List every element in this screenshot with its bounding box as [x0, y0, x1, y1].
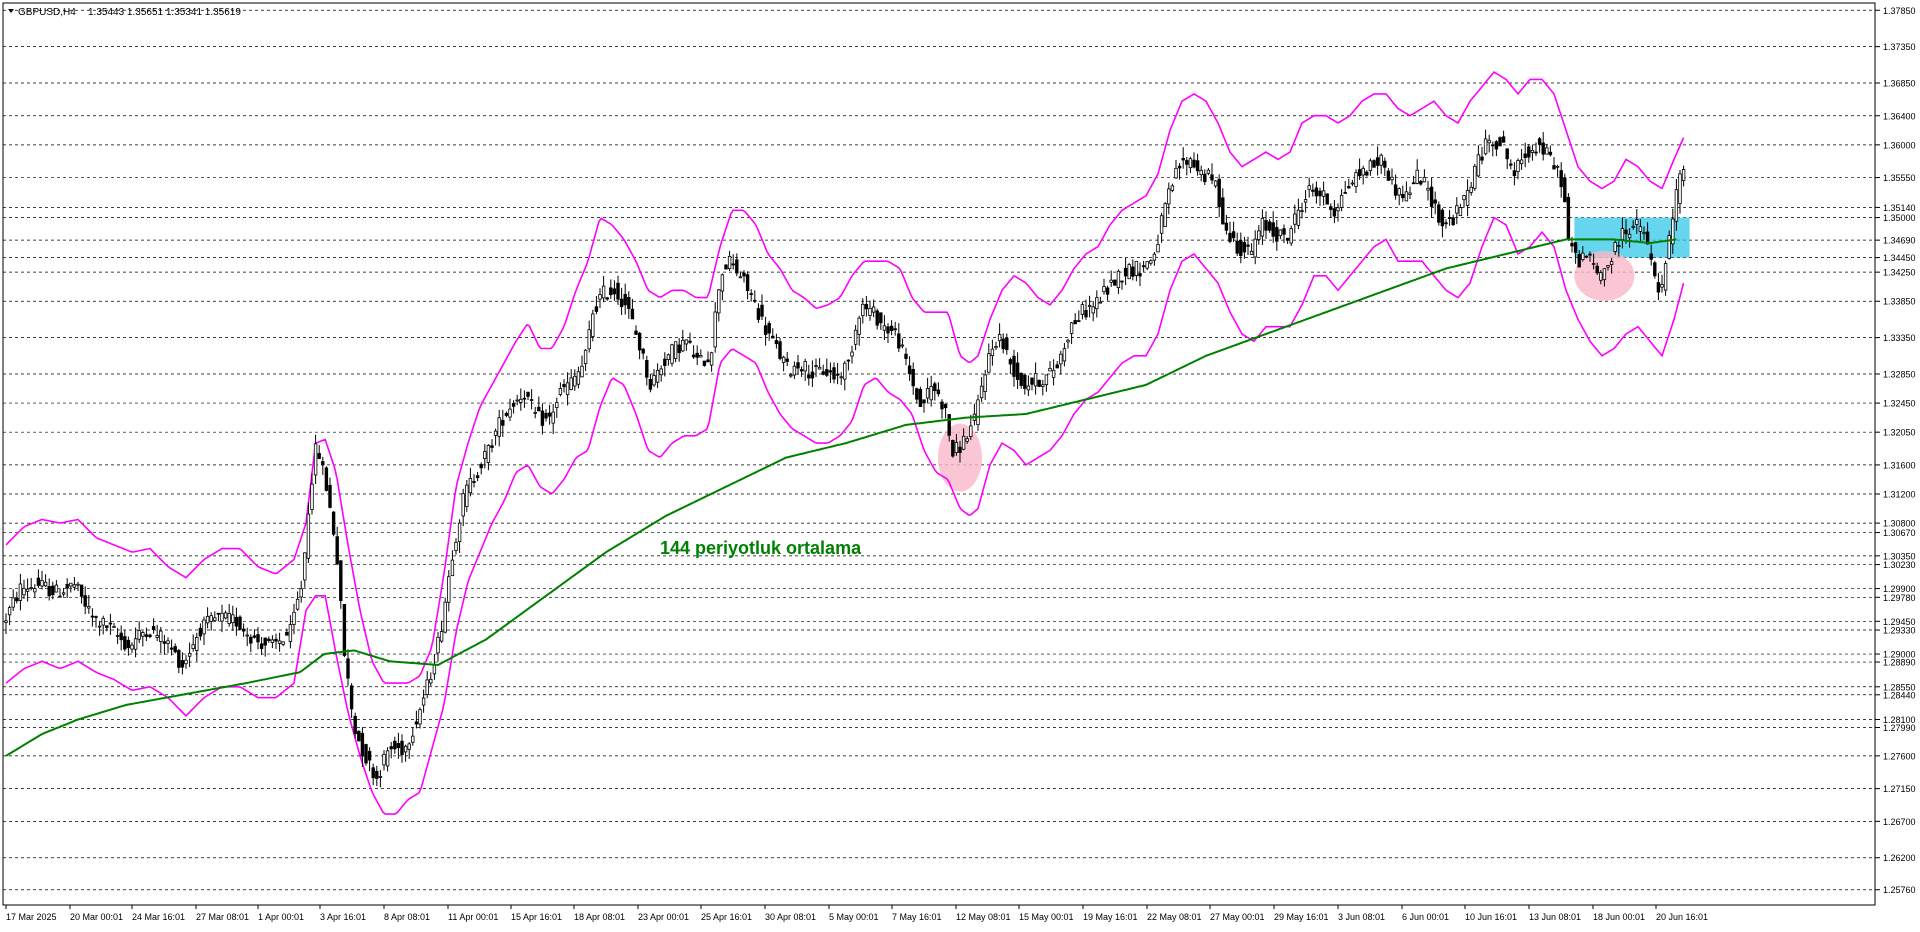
y-tick-label: 1.35140 [1883, 203, 1916, 213]
candle [1437, 201, 1441, 226]
candle [1037, 379, 1041, 388]
candle [1653, 260, 1657, 279]
price-chart[interactable]: 1.37850 1.37350 1.36850 1.36400 1.36000 1.355… [0, 0, 1920, 927]
candle [591, 309, 595, 342]
candle [918, 386, 923, 407]
x-tick-label: 7 May 16:01 [892, 912, 942, 922]
x-tick-label: 19 May 16:01 [1083, 912, 1138, 922]
y-tick-label: 1.25760 [1883, 885, 1916, 895]
y-tick-label: 1.26700 [1883, 817, 1916, 827]
y-tick-label: 1.34450 [1883, 253, 1916, 263]
x-tick-label: 8 Apr 08:01 [384, 912, 430, 922]
candle [1372, 159, 1376, 168]
x-tick-label: 18 Jun 00:01 [1593, 912, 1645, 922]
candle [724, 264, 728, 270]
symbol-label: GBPUSD,H4 [18, 7, 76, 18]
x-tick-label: 27 May 00:01 [1210, 912, 1265, 922]
x-tick-label: 25 Apr 16:01 [701, 912, 752, 922]
candle [1127, 262, 1131, 280]
x-tick-label: 20 Jun 16:01 [1656, 912, 1708, 922]
candle [1498, 136, 1502, 147]
ma-annotation: 144 periyotluk ortalama [660, 538, 862, 558]
y-tick-label: 1.35000 [1883, 213, 1916, 223]
x-tick-label: 23 Apr 00:01 [638, 912, 689, 922]
y-tick-label: 1.28440 [1883, 690, 1916, 700]
y-tick-label: 1.32850 [1883, 369, 1916, 379]
x-tick-label: 24 Mar 16:01 [132, 912, 185, 922]
candle [443, 597, 447, 634]
y-tick-label: 1.27990 [1883, 723, 1916, 733]
y-tick-label: 1.29780 [1883, 593, 1916, 603]
x-tick-label: 27 Mar 08:01 [196, 912, 249, 922]
candle [1663, 260, 1668, 296]
candle [324, 466, 329, 492]
candle [331, 511, 336, 537]
candle [238, 615, 242, 631]
x-tick-label: 18 Apr 08:01 [574, 912, 625, 922]
y-tick-label: 1.30230 [1883, 560, 1916, 570]
x-tick-label: 3 Jun 08:01 [1338, 912, 1385, 922]
candle [1563, 173, 1567, 203]
x-tick-label: 20 Mar 00:01 [70, 912, 123, 922]
ohlc-readout: 1.35443 1.35651 1.35341 1.35619 [88, 7, 241, 18]
y-tick-label: 1.34690 [1883, 236, 1916, 246]
y-tick-label: 1.30670 [1883, 528, 1916, 538]
x-tick-label: 13 Jun 08:01 [1529, 912, 1581, 922]
y-tick-label: 1.34250 [1883, 268, 1916, 278]
y-tick-label: 1.37350 [1883, 42, 1916, 52]
x-tick-label: 15 Apr 16:01 [511, 912, 562, 922]
y-tick-label: 1.28890 [1883, 658, 1916, 668]
y-tick-label: 1.27150 [1883, 784, 1916, 794]
x-tick-label: 10 Jun 16:01 [1465, 912, 1517, 922]
candle [342, 604, 347, 658]
candle [357, 730, 361, 742]
y-tick-label: 1.29330 [1883, 626, 1916, 636]
x-tick-label: 30 Apr 08:01 [765, 912, 816, 922]
y-tick-label: 1.27600 [1883, 751, 1916, 761]
x-tick-label: 17 Mar 2025 [6, 912, 57, 922]
candle [1163, 202, 1167, 228]
y-tick-label: 1.33350 [1883, 333, 1916, 343]
x-tick-label: 5 May 00:01 [829, 912, 879, 922]
y-tick-label: 1.37850 [1883, 6, 1916, 16]
candle [1289, 225, 1293, 247]
x-tick-label: 11 Apr 00:01 [448, 912, 498, 922]
x-tick-label: 6 Jun 00:01 [1402, 912, 1449, 922]
candle [778, 338, 782, 361]
y-tick-label: 1.26200 [1883, 853, 1916, 863]
y-tick-label: 1.32050 [1883, 428, 1916, 438]
y-tick-label: 1.36000 [1883, 140, 1916, 150]
candle [1325, 193, 1329, 205]
y-tick-label: 1.35550 [1883, 173, 1916, 183]
x-tick-label: 1 Apr 00:01 [258, 912, 304, 922]
x-tick-label: 22 May 08:01 [1147, 912, 1202, 922]
x-tick-label: 15 May 00:01 [1019, 912, 1074, 922]
y-tick-label: 1.31200 [1883, 490, 1916, 500]
y-tick-label: 1.36400 [1883, 111, 1916, 121]
candle [1473, 163, 1477, 192]
candle [670, 343, 674, 367]
y-tick-label: 1.33850 [1883, 297, 1916, 307]
y-tick-label: 1.36850 [1883, 79, 1916, 89]
candle [364, 743, 368, 766]
candle [1113, 279, 1117, 286]
chart-window: 1.37850 1.37350 1.36850 1.36400 1.36000 1.355… [0, 0, 1920, 927]
x-tick-label: 29 May 16:01 [1274, 912, 1329, 922]
candle [702, 360, 707, 367]
y-tick-label: 1.32450 [1883, 399, 1916, 409]
x-tick-label: 3 Apr 16:01 [320, 912, 366, 922]
chart-header: GBPUSD,H4 1.35443 1.35651 1.35341 1.3561… [8, 7, 241, 18]
candle [1566, 193, 1571, 241]
candle [951, 439, 955, 458]
y-tick-label: 1.31600 [1883, 460, 1916, 470]
x-tick-label: 12 May 08:01 [956, 912, 1011, 922]
